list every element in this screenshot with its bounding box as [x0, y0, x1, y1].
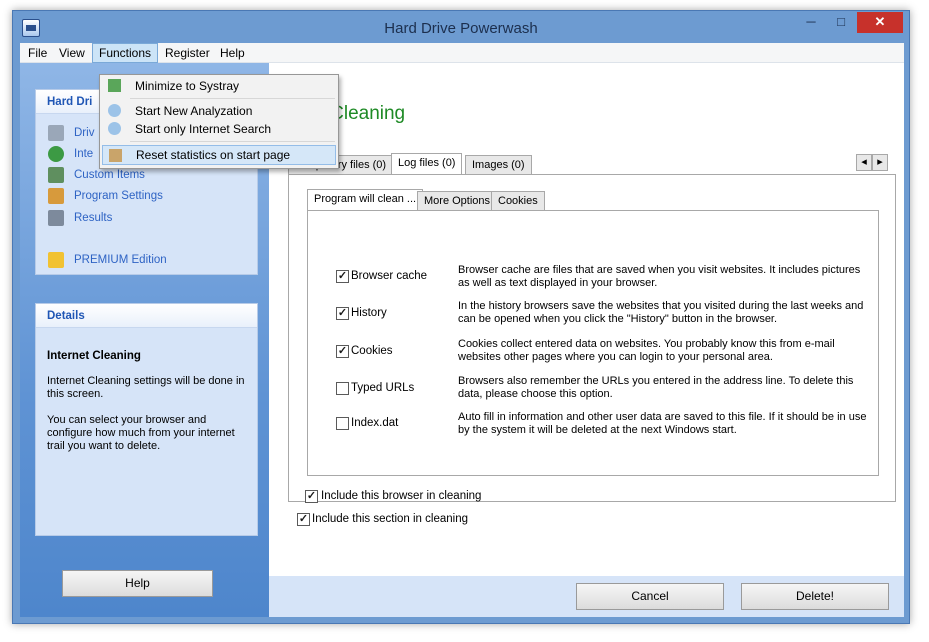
close-button[interactable]: ✕: [857, 12, 903, 33]
magnifier-icon: [108, 104, 121, 117]
bottom-button-bar: Cancel Delete!: [269, 576, 904, 617]
index-dat-checkbox[interactable]: [336, 417, 349, 430]
tab-more-options[interactable]: More Options: [417, 191, 498, 211]
details-title: Internet Cleaning: [47, 350, 141, 362]
nav-internet-cleaning[interactable]: Inte: [48, 145, 93, 163]
window-title: Hard Drive Powerwash: [384, 20, 538, 37]
menu-minimize-to-systray[interactable]: Minimize to Systray: [102, 76, 336, 96]
menu-functions[interactable]: Functions: [92, 43, 159, 63]
menu-start-new-analyzation[interactable]: Start New Analyzation: [102, 101, 336, 121]
menu-register[interactable]: Register: [159, 43, 216, 63]
functions-dropdown-menu: Minimize to Systray Start New Analyzatio…: [99, 74, 339, 169]
index-dat-description: Auto fill in information and other user …: [458, 411, 867, 436]
history-checkbox[interactable]: ✓: [336, 307, 349, 320]
magnifier-icon: [108, 122, 121, 135]
menu-file[interactable]: File: [22, 43, 53, 63]
menu-view[interactable]: View: [53, 43, 91, 63]
main-area: et Cleaning Temporary files (0) Log file…: [269, 63, 904, 617]
cookies-label: Cookies: [351, 345, 393, 357]
tab-program-will-clean[interactable]: Program will clean ...: [307, 189, 424, 211]
client-area: File View Functions Register Help Hard D…: [20, 43, 904, 617]
title-bar[interactable]: Hard Drive Powerwash ─ □ ✕: [13, 11, 909, 43]
browser-cache-label: Browser cache: [351, 270, 428, 282]
delete-button[interactable]: Delete!: [741, 583, 889, 610]
menu-bar: File View Functions Register Help: [20, 43, 904, 63]
grid-icon: [48, 166, 64, 183]
maximize-button[interactable]: □: [827, 12, 855, 33]
history-label: History: [351, 307, 387, 319]
typed-urls-checkbox[interactable]: [336, 382, 349, 395]
details-paragraph-2: You can select your browser and configur…: [47, 414, 235, 452]
menu-help[interactable]: Help: [214, 43, 251, 63]
menu-reset-statistics[interactable]: Reset statistics on start page: [102, 145, 336, 165]
lightning-icon: [48, 251, 64, 268]
menu-separator: [130, 98, 335, 99]
details-panel-header: Details: [36, 304, 257, 328]
cancel-button[interactable]: Cancel: [576, 583, 724, 610]
reset-icon: [109, 149, 122, 162]
tab-cookies[interactable]: Cookies: [491, 191, 545, 211]
nav-drive-cleaning[interactable]: Driv: [48, 124, 94, 142]
drive-icon: [48, 124, 64, 141]
options-panel: ✓ Browser cache Browser cache are files …: [307, 210, 879, 476]
tab-scroll-right-button[interactable]: ▸: [872, 154, 888, 171]
cookies-checkbox[interactable]: ✓: [336, 345, 349, 358]
browser-cache-description: Browser cache are files that are saved w…: [458, 264, 861, 289]
menu-separator: [130, 141, 335, 142]
nav-program-settings[interactable]: Program Settings: [48, 187, 163, 205]
help-button[interactable]: Help: [62, 570, 213, 597]
browser-cache-checkbox[interactable]: ✓: [336, 270, 349, 283]
include-section-label: Include this section in cleaning: [312, 513, 468, 525]
cookies-description: Cookies collect entered data on websites…: [458, 338, 835, 363]
minimize-button[interactable]: ─: [797, 12, 825, 33]
systray-icon: [108, 79, 121, 92]
globe-icon: [48, 145, 64, 162]
results-icon: [48, 209, 64, 226]
include-browser-checkbox[interactable]: ✓: [305, 490, 318, 503]
details-paragraph-1: Internet Cleaning settings will be done …: [47, 375, 245, 400]
browser-tab-panel: Program will clean ... More Options Cook…: [288, 174, 896, 503]
app-window: Hard Drive Powerwash ─ □ ✕ File View Fun…: [12, 10, 910, 624]
include-section-checkbox[interactable]: ✓: [297, 513, 310, 526]
wrench-icon: [48, 187, 64, 204]
history-description: In the history browsers save the website…: [458, 300, 864, 325]
details-body: Internet Cleaning Internet Cleaning sett…: [36, 350, 257, 453]
tab-scroll-left-button[interactable]: ◂: [856, 154, 872, 171]
include-browser-label: Include this browser in cleaning: [321, 490, 482, 502]
menu-start-internet-search[interactable]: Start only Internet Search: [102, 119, 336, 139]
nav-premium-edition[interactable]: PREMIUM Edition: [48, 251, 167, 269]
nav-results[interactable]: Results: [48, 209, 112, 227]
tab-images[interactable]: Images (0): [465, 155, 532, 175]
index-dat-label: Index.dat: [351, 417, 399, 429]
tab-log-files[interactable]: Log files (0): [391, 153, 463, 175]
typed-urls-description: Browsers also remember the URLs you ente…: [458, 375, 854, 400]
details-panel: Details Internet Cleaning Internet Clean…: [35, 303, 258, 536]
typed-urls-label: Typed URLs: [351, 382, 415, 394]
